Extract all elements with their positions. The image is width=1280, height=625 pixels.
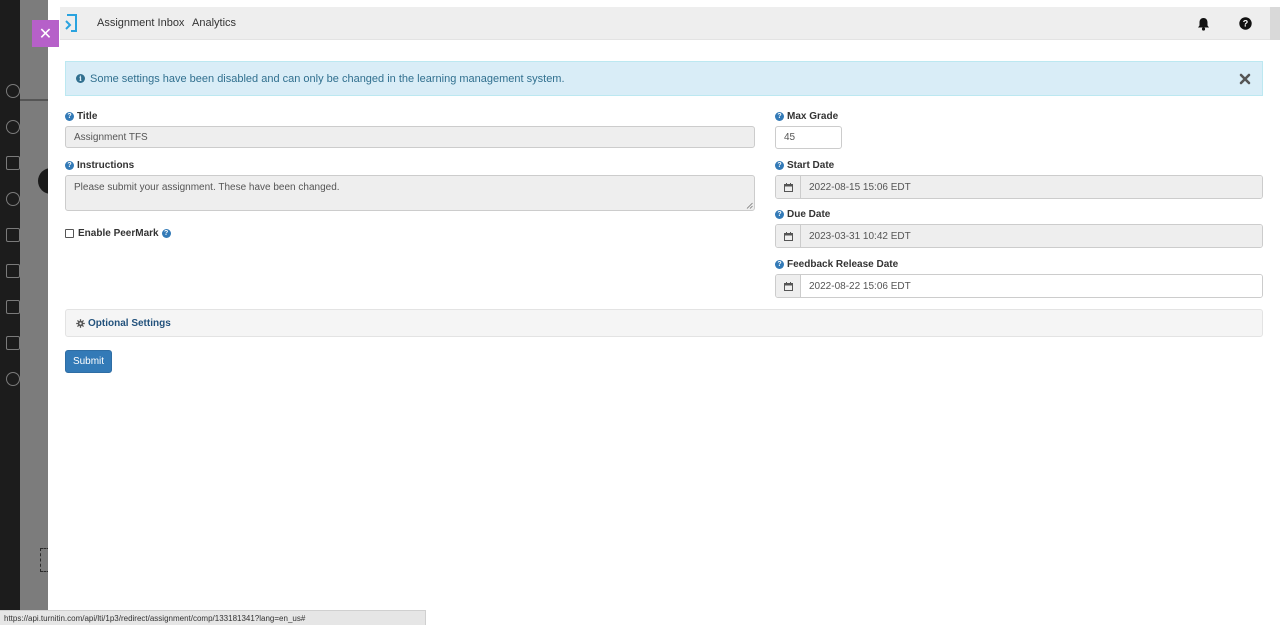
instructions-label-text: Instructions — [77, 160, 135, 171]
question-icon[interactable]: ? — [775, 260, 784, 269]
due-date-label: ? Due Date — [775, 209, 830, 220]
feedback-date-label: ? Feedback Release Date — [775, 259, 898, 270]
question-icon[interactable]: ? — [65, 161, 74, 170]
max-grade-field[interactable]: 45 — [775, 126, 842, 149]
info-icon: i — [76, 74, 85, 83]
question-icon[interactable]: ? — [775, 112, 784, 121]
due-date-label-text: Due Date — [787, 209, 831, 220]
lms-courses-icon — [6, 156, 20, 170]
start-date-value[interactable]: 2022-08-15 15:06 EDT — [801, 176, 1262, 198]
notifications-button[interactable] — [1183, 7, 1223, 40]
calendar-addon — [776, 176, 801, 198]
start-date-field[interactable]: 2022-08-15 15:06 EDT — [775, 175, 1263, 199]
due-date-field[interactable]: 2023-03-31 10:42 EDT — [775, 224, 1263, 248]
close-icon: ✕ — [38, 25, 53, 43]
title-label-text: Title — [77, 111, 98, 122]
lms-groups-icon — [6, 192, 20, 206]
help-button[interactable]: ? — [1225, 7, 1265, 40]
calendar-icon — [783, 281, 793, 291]
lms-signout-icon — [6, 372, 20, 386]
question-icon[interactable]: ? — [775, 161, 784, 170]
lms-tools-icon — [6, 336, 20, 350]
feedback-date-value[interactable]: 2022-08-22 15:06 EDT — [801, 275, 1262, 297]
assignment-settings-panel: Assignment Inbox Analytics ? i Some sett… — [48, 0, 1280, 625]
help-icon: ? — [1238, 17, 1252, 30]
lms-settings-alert: i Some settings have been disabled and c… — [65, 61, 1263, 96]
max-grade-label: ? Max Grade — [775, 111, 838, 122]
optional-settings-toggle[interactable]: Optional Settings — [65, 309, 1263, 337]
feedback-date-label-text: Feedback Release Date — [787, 259, 899, 270]
turnitin-logo-icon[interactable] — [64, 13, 78, 33]
alert-close-icon[interactable] — [1238, 72, 1252, 86]
lms-grades-icon — [6, 300, 20, 314]
question-icon[interactable]: ? — [161, 229, 171, 238]
question-icon[interactable]: ? — [775, 210, 784, 219]
browser-status-bar: https://api.turnitin.com/api/lti/1p3/red… — [0, 610, 426, 625]
due-date-value[interactable]: 2023-03-31 10:42 EDT — [801, 225, 1262, 247]
top-navbar: Assignment Inbox Analytics ? — [60, 7, 1280, 40]
question-icon[interactable]: ? — [65, 112, 74, 121]
nav-assignment-inbox[interactable]: Assignment Inbox — [97, 17, 184, 29]
lms-globe-icon — [6, 120, 20, 134]
peermark-checkbox[interactable] — [65, 229, 74, 238]
lms-calendar-icon — [6, 228, 20, 242]
calendar-addon — [776, 225, 801, 247]
lms-sidebar-background — [0, 0, 20, 625]
nav-analytics[interactable]: Analytics — [192, 17, 236, 29]
cog-icon — [76, 318, 85, 328]
start-date-label-text: Start Date — [787, 160, 835, 171]
start-date-label: ? Start Date — [775, 160, 834, 171]
lms-mail-icon — [6, 264, 20, 278]
calendar-icon — [783, 182, 793, 192]
instructions-field[interactable]: Please submit your assignment. These hav… — [65, 175, 755, 211]
lms-divider — [20, 99, 48, 101]
instructions-text: Please submit your assignment. These hav… — [74, 182, 340, 193]
settings-button[interactable] — [1270, 7, 1280, 40]
feedback-date-field[interactable]: 2022-08-22 15:06 EDT — [775, 274, 1263, 298]
peermark-label: Enable PeerMark — [78, 228, 159, 239]
close-panel-button[interactable]: ✕ — [32, 20, 59, 47]
submit-button[interactable]: Submit — [65, 350, 112, 373]
title-label: ? Title — [65, 111, 97, 122]
instructions-label: ? Instructions — [65, 160, 134, 171]
resize-grip-icon[interactable] — [746, 202, 753, 209]
calendar-icon — [783, 231, 793, 241]
svg-text:?: ? — [1242, 19, 1248, 29]
max-grade-label-text: Max Grade — [787, 111, 839, 122]
lms-user-icon — [6, 84, 20, 98]
peermark-option: Enable PeerMark ? — [65, 228, 174, 239]
optional-settings-label: Optional Settings — [88, 317, 171, 329]
bell-icon — [1197, 17, 1209, 31]
calendar-addon — [776, 275, 801, 297]
title-field[interactable]: Assignment TFS — [65, 126, 755, 148]
lms-content-background — [20, 0, 48, 625]
alert-text: Some settings have been disabled and can… — [90, 72, 565, 85]
